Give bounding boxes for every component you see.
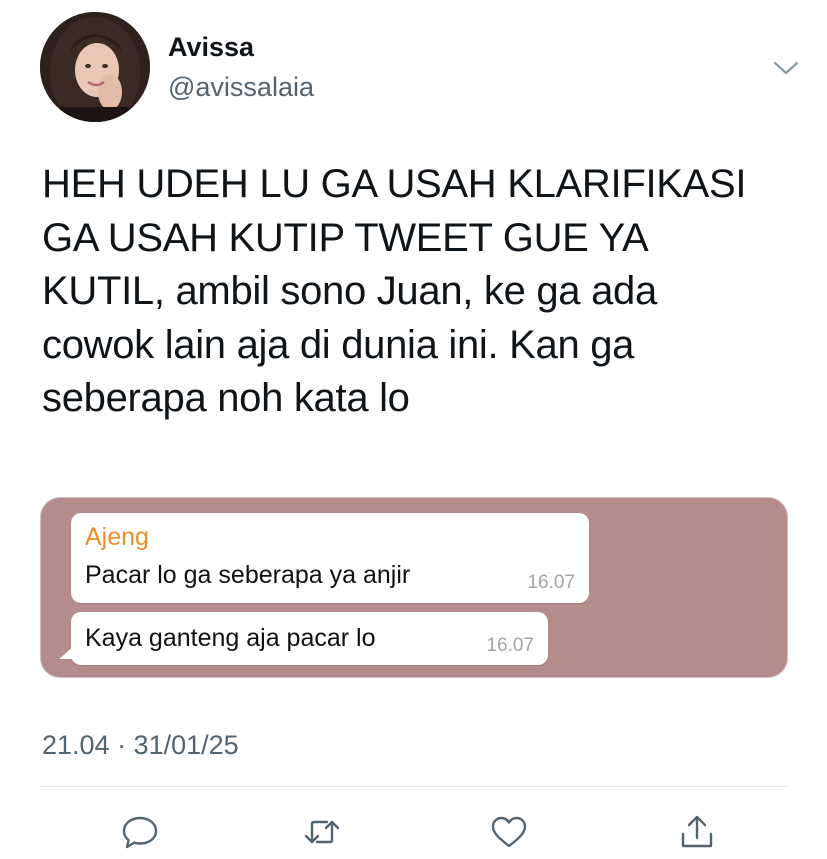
display-name[interactable]: Avissa bbox=[168, 30, 314, 64]
retweet-icon bbox=[304, 820, 340, 844]
speech-bubble-icon bbox=[122, 816, 158, 849]
chat-bubble: Kaya ganteng aja pacar lo 16.07 bbox=[59, 612, 548, 665]
bubble-tail bbox=[59, 647, 73, 659]
tweet-detail: Avissa @avissalaia HEH UDEH LU GA USAH K… bbox=[0, 0, 827, 859]
heart-icon bbox=[491, 816, 527, 848]
tweet-header: Avissa @avissalaia bbox=[40, 12, 800, 122]
chat-message-text: Kaya ganteng aja pacar lo bbox=[85, 624, 376, 652]
divider bbox=[40, 786, 788, 787]
reply-button[interactable] bbox=[118, 810, 162, 854]
tweet-timestamp[interactable]: 21.04 · 31/01/25 bbox=[42, 728, 239, 762]
tweet-actions bbox=[0, 806, 827, 856]
tweet-text-line: cowok lain aja di dunia ini. Kan ga bbox=[42, 322, 635, 367]
chat-sender-name: Ajeng bbox=[85, 523, 149, 551]
chat-bubble: Ajeng Pacar lo ga seberapa ya anjir 16.0… bbox=[71, 513, 589, 603]
tweet-text-line: HEH UDEH LU GA USAH KLARIFIKASI bbox=[42, 162, 747, 206]
tweet-text-line: KUTIL, ambil sono Juan, ke ga ada bbox=[42, 269, 657, 313]
chat-message-text: Pacar lo ga seberapa ya anjir bbox=[85, 561, 411, 589]
avatar[interactable] bbox=[40, 12, 150, 122]
share-button[interactable] bbox=[675, 810, 719, 854]
chat-message-time: 16.07 bbox=[527, 572, 575, 593]
tweet-text-line: seberapa noh kata lo bbox=[42, 376, 410, 420]
chat-message-time: 16.07 bbox=[486, 635, 534, 656]
user-names: Avissa @avissalaia bbox=[168, 30, 314, 104]
attached-chat-screenshot[interactable]: Ajeng Pacar lo ga seberapa ya anjir 16.0… bbox=[40, 497, 788, 678]
share-upload-icon bbox=[681, 815, 713, 848]
tweet-text: HEH UDEH LU GA USAH KLARIFIKASI GA USAH … bbox=[42, 158, 802, 426]
retweet-button[interactable] bbox=[300, 810, 344, 854]
user-handle[interactable]: @avissalaia bbox=[168, 70, 314, 104]
chevron-down-icon[interactable] bbox=[772, 58, 800, 78]
like-button[interactable] bbox=[487, 810, 531, 854]
tweet-text-line: GA USAH KUTIP TWEET GUE YA bbox=[42, 215, 649, 260]
